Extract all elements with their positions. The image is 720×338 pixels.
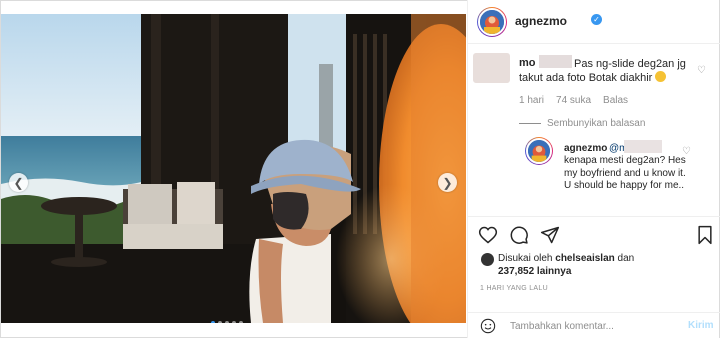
carousel-dot xyxy=(218,321,222,323)
comment-likes[interactable]: 74 suka xyxy=(556,95,591,106)
comments-list: mo Pas ng-slide deg2an jg takut ada foto… xyxy=(468,45,720,215)
carousel-dot xyxy=(232,321,236,323)
laughing-emoji-icon xyxy=(655,71,667,82)
carousel-dot xyxy=(211,321,215,323)
commenter-avatar[interactable] xyxy=(473,53,510,83)
reply-avatar-image xyxy=(528,140,550,162)
likes-count-value[interactable]: 237,852 lainnya xyxy=(498,266,571,277)
photo-image xyxy=(1,14,466,323)
reply-button[interactable]: Balas xyxy=(603,95,628,106)
liked-by-user[interactable]: chelseaislan xyxy=(555,253,614,264)
smile-icon[interactable] xyxy=(480,318,496,334)
comment-icon[interactable] xyxy=(509,225,529,245)
add-comment-bar: Kirim xyxy=(468,312,720,338)
bookmark-icon[interactable] xyxy=(696,225,714,245)
comment-like-heart-icon[interactable]: ♡ xyxy=(697,65,706,76)
carousel-dot xyxy=(239,321,243,323)
chevron-right-icon: ❯ xyxy=(442,175,453,190)
comment-time: 1 hari xyxy=(519,95,545,106)
comment-text: Pas ng-slide deg2an jg takut ada foto Bo… xyxy=(519,57,694,85)
liked-by-joiner: dan xyxy=(617,253,635,264)
post-comment-button[interactable]: Kirim xyxy=(688,320,714,331)
reply-like-heart-icon[interactable]: ♡ xyxy=(682,146,691,157)
liked-by-text: Disukai oleh chelseaislan dan xyxy=(498,253,634,264)
post-photo[interactable]: ❮ ❯ xyxy=(1,14,466,323)
heart-icon[interactable] xyxy=(478,225,498,245)
post-header: agnezmo ✓ xyxy=(468,0,720,44)
carousel-dot xyxy=(225,321,229,323)
reply-author-avatar[interactable] xyxy=(525,137,553,165)
mention-blur-overlay xyxy=(624,140,662,153)
author-username[interactable]: agnezmo xyxy=(515,14,567,28)
hide-replies-toggle[interactable]: Sembunyikan balasan xyxy=(519,118,645,129)
carousel-indicator xyxy=(211,321,243,323)
author-avatar[interactable] xyxy=(477,7,507,37)
paper-plane-icon[interactable] xyxy=(540,225,560,245)
post-actions: Disukai oleh chelseaislan dan 237,852 la… xyxy=(468,216,720,316)
previous-slide-button[interactable]: ❮ xyxy=(9,173,28,192)
chevron-left-icon: ❮ xyxy=(13,175,24,190)
add-comment-input[interactable] xyxy=(510,319,670,333)
post-side-panel: agnezmo ✓ mo Pas ng-slide deg2an jg taku… xyxy=(467,0,720,338)
avatar-image xyxy=(480,10,504,34)
likes-count[interactable]: 237,852 lainnya xyxy=(498,266,571,277)
comment-meta: 1 hari 74 suka Balas xyxy=(519,95,628,106)
divider-line xyxy=(519,123,541,124)
reply-text: kenapa mesti deg2an? Hes my boyfriend an… xyxy=(564,155,686,191)
hide-replies-label: Sembunyikan balasan xyxy=(547,118,646,129)
next-slide-button[interactable]: ❯ xyxy=(438,173,457,192)
liker-avatar[interactable] xyxy=(481,253,494,266)
post-timestamp[interactable]: 1 HARI YANG LALU xyxy=(480,285,548,292)
reply-username[interactable]: agnezmo xyxy=(564,143,607,154)
verified-badge-icon: ✓ xyxy=(591,14,602,25)
liked-by-prefix: Disukai oleh xyxy=(498,253,553,264)
